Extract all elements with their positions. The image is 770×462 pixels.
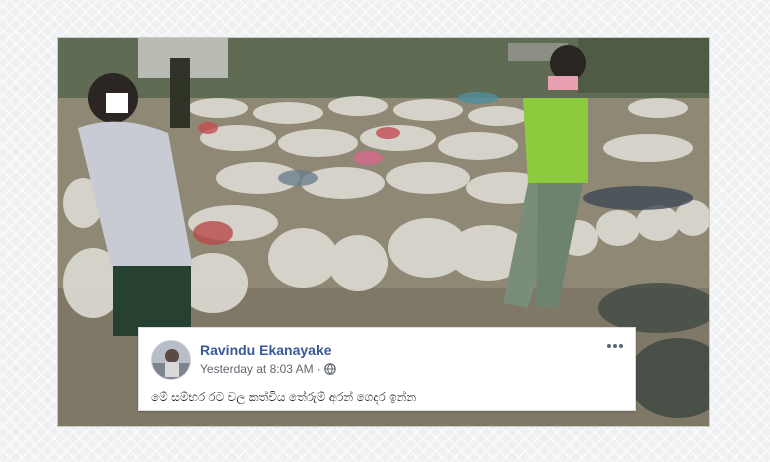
post-meta: Yesterday at 8:03 AM · bbox=[200, 362, 336, 376]
avatar[interactable] bbox=[151, 340, 191, 380]
author-name[interactable]: Ravindu Ekanayake bbox=[200, 342, 332, 358]
person-background bbox=[170, 58, 190, 128]
post-timestamp[interactable]: Yesterday at 8:03 AM bbox=[200, 362, 314, 376]
facebook-post-card: Ravindu Ekanayake Yesterday at 8:03 AM ·… bbox=[138, 327, 636, 411]
globe-icon[interactable] bbox=[323, 363, 336, 375]
more-options-icon[interactable] bbox=[603, 338, 627, 354]
post-text: මේ සම්භර රට වල කත්විය තේරුම් අරන් ගෙදර ඉ… bbox=[151, 390, 417, 404]
meta-separator: · bbox=[316, 362, 321, 376]
